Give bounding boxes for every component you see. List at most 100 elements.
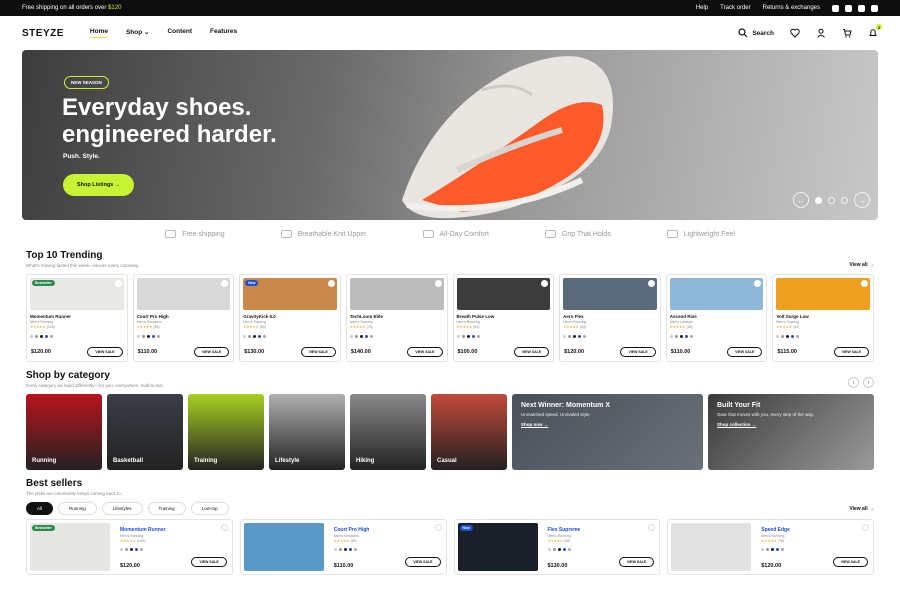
wishlist-heart-icon[interactable]: [434, 280, 442, 287]
logo[interactable]: STEYZE: [22, 28, 64, 39]
product-image[interactable]: [671, 523, 752, 571]
view-sale-button[interactable]: VIEW SALE: [727, 347, 763, 357]
product-name[interactable]: Court Pro High: [334, 527, 443, 533]
view-sale-button[interactable]: VIEW SALE: [618, 557, 655, 567]
nav-content[interactable]: Content: [167, 28, 192, 38]
returns-link[interactable]: Returns & exchanges: [763, 5, 820, 11]
color-swatch[interactable]: [689, 335, 693, 338]
color-swatch[interactable]: [679, 335, 683, 338]
color-swatch[interactable]: [557, 548, 561, 551]
color-swatch[interactable]: [776, 548, 780, 551]
color-swatch[interactable]: [684, 335, 688, 338]
color-swatch[interactable]: [141, 335, 145, 338]
wishlist-heart-icon[interactable]: [754, 280, 762, 287]
product-image[interactable]: [563, 278, 657, 310]
color-swatch[interactable]: [136, 335, 140, 338]
wishlist-heart-icon[interactable]: [114, 280, 122, 287]
color-swatch[interactable]: [156, 335, 160, 338]
heart-icon[interactable]: [790, 28, 800, 38]
color-swatch[interactable]: [781, 335, 785, 338]
wishlist-heart-icon[interactable]: [647, 280, 655, 287]
product-image[interactable]: New: [457, 523, 538, 571]
color-swatch[interactable]: [476, 335, 480, 338]
wishlist-heart-icon[interactable]: [541, 280, 549, 287]
color-swatch[interactable]: [562, 548, 566, 551]
color-swatch[interactable]: [130, 548, 133, 551]
color-swatch[interactable]: [573, 335, 577, 338]
color-swatch[interactable]: [466, 335, 470, 338]
wishlist-heart-icon[interactable]: [221, 280, 229, 287]
wishlist-heart-icon[interactable]: [861, 280, 868, 287]
product-image[interactable]: Bestseller: [30, 523, 110, 571]
color-swatch[interactable]: [343, 548, 347, 551]
trending-view-all-link[interactable]: View all →: [849, 262, 874, 268]
color-swatch[interactable]: [50, 335, 53, 338]
wishlist-heart-icon[interactable]: [220, 524, 228, 531]
color-swatch[interactable]: [140, 548, 143, 551]
color-swatch[interactable]: [761, 548, 765, 551]
notification-icon[interactable]: 2: [868, 24, 882, 38]
product-name[interactable]: Flex Supreme: [548, 527, 657, 533]
cart-icon[interactable]: [842, 28, 852, 38]
youtube-icon[interactable]: [871, 4, 878, 12]
product-image[interactable]: [349, 278, 444, 310]
color-swatch[interactable]: [471, 335, 475, 338]
twitter-icon[interactable]: [858, 4, 865, 12]
color-swatch[interactable]: [791, 335, 795, 338]
color-swatch[interactable]: [258, 335, 262, 338]
product-image[interactable]: [456, 278, 551, 310]
product-image[interactable]: Bestseller: [30, 278, 124, 310]
filter-low-top[interactable]: Low-top: [190, 502, 229, 515]
color-swatch[interactable]: [354, 335, 358, 338]
bestsellers-view-all-link[interactable]: View all →: [849, 506, 874, 512]
search-button[interactable]: Search: [738, 28, 774, 38]
view-sale-button[interactable]: VIEW SALE: [191, 557, 227, 567]
carousel-dot-2[interactable]: [828, 196, 835, 204]
color-swatch[interactable]: [248, 335, 252, 338]
track-order-link[interactable]: Track order: [720, 5, 750, 11]
product-card[interactable]: Aero Flex Men's Running ★★★★★ (54) $120.00 V…: [559, 274, 661, 362]
product-card[interactable]: New GravityKick 6.0 Men's Training ★★★★★ (6…: [239, 274, 341, 362]
wishlist-heart-icon[interactable]: [327, 280, 335, 287]
promo-built-your-fit[interactable]: Built Your Fit Gear that moves with you,…: [708, 394, 874, 470]
category-next-button[interactable]: ›: [863, 377, 874, 388]
user-icon[interactable]: [816, 28, 826, 38]
bestseller-card[interactable]: New Flex Supreme Men's Running ★★★★★ (58) $1…: [453, 519, 661, 575]
color-swatch[interactable]: [263, 335, 267, 338]
category-tile-lifestyle[interactable]: Lifestyle: [269, 394, 345, 470]
color-swatch[interactable]: [30, 335, 33, 338]
nav-home[interactable]: Home: [89, 28, 108, 38]
view-sale-button[interactable]: VIEW SALE: [300, 347, 336, 357]
color-swatch[interactable]: [456, 335, 460, 338]
product-name[interactable]: Court Pro High: [137, 314, 231, 319]
view-sale-button[interactable]: VIEW SALE: [405, 557, 441, 567]
view-sale-button[interactable]: VIEW SALE: [833, 347, 869, 357]
filter-running[interactable]: Running: [58, 502, 97, 515]
color-swatch[interactable]: [552, 548, 556, 551]
color-swatch[interactable]: [253, 335, 257, 338]
color-swatch[interactable]: [781, 548, 785, 551]
color-swatch[interactable]: [135, 548, 138, 551]
color-swatch[interactable]: [461, 335, 465, 338]
product-card[interactable]: Volt Surge Low Men's Training ★★★★★ (42) $1…: [772, 274, 874, 362]
bestseller-card[interactable]: Court Pro High Men's Sneakers ★★★★★ (89) $1…: [239, 519, 447, 575]
product-image[interactable]: [669, 278, 764, 310]
color-swatch[interactable]: [338, 548, 342, 551]
product-name[interactable]: Momentum Runner: [30, 314, 124, 319]
color-swatch[interactable]: [786, 335, 790, 338]
bestseller-card[interactable]: Bestseller Momentum Runner Men's Running ★★…: [26, 519, 233, 575]
category-tile-casual[interactable]: Casual: [431, 394, 507, 470]
color-swatch[interactable]: [674, 335, 678, 338]
product-name[interactable]: TechLoom Elite: [350, 314, 444, 319]
color-swatch[interactable]: [669, 335, 673, 338]
carousel-dot-1[interactable]: [815, 196, 822, 204]
color-swatch[interactable]: [796, 335, 800, 338]
help-link[interactable]: Help: [696, 5, 708, 11]
category-tile-running[interactable]: Running: [26, 394, 102, 470]
product-image[interactable]: [776, 278, 870, 310]
product-card[interactable]: TechLoom Elite Men's Training ★★★★★ (75) $1…: [345, 274, 448, 362]
color-swatch[interactable]: [578, 335, 582, 338]
facebook-icon[interactable]: [845, 4, 852, 12]
view-sale-button[interactable]: VIEW SALE: [407, 347, 443, 357]
product-name[interactable]: Aero Flex: [563, 314, 657, 319]
